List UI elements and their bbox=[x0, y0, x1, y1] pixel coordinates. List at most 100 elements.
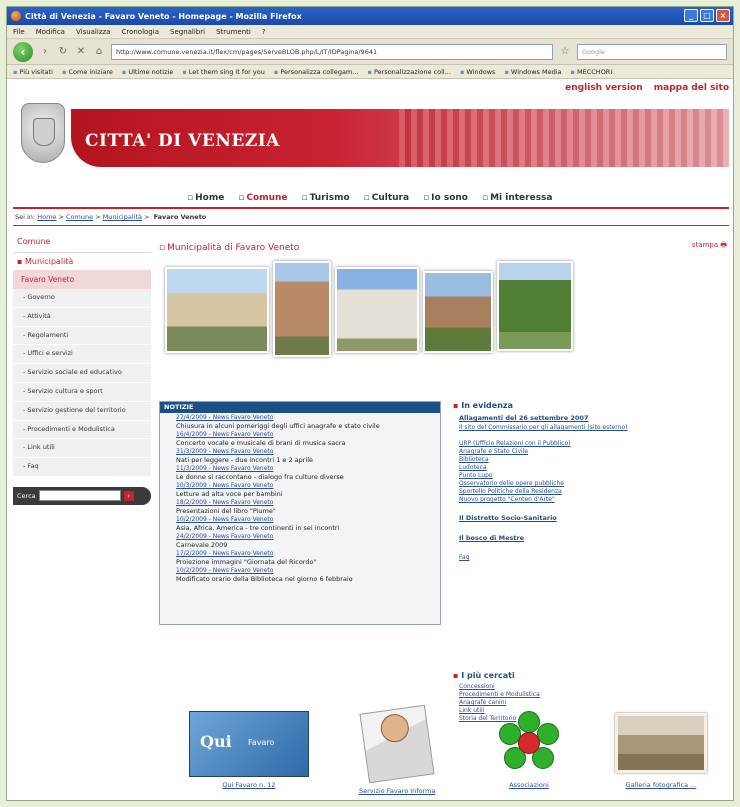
evidenza-link[interactable]: Osservatorio delle opere pubbliche bbox=[459, 480, 733, 488]
footer-associazioni[interactable]: Associazioni bbox=[499, 711, 559, 789]
maximize-button[interactable]: □ bbox=[700, 9, 714, 22]
footer-galleria[interactable]: Galleria fotografica ... bbox=[615, 713, 707, 789]
news-date-link[interactable]: 27/4/2009 - News Favaro Veneto bbox=[176, 414, 440, 422]
sidebar-item-favaro-veneto[interactable]: Favaro Veneto bbox=[13, 270, 151, 289]
cercati-link[interactable]: Concessioni bbox=[459, 683, 653, 691]
evidenza-link[interactable]: Anagrafe e Stato Civile bbox=[459, 448, 733, 456]
nav-cultura[interactable]: Cultura bbox=[364, 193, 409, 203]
bookmark-item[interactable]: MECCHORI bbox=[571, 68, 612, 76]
sidebar-item-link-utili[interactable]: Link utili bbox=[13, 439, 151, 459]
news-item: 10/3/2009 - News Favaro Veneto Letture ad… bbox=[160, 482, 440, 498]
bookmark-item[interactable]: Personalizzazione coll... bbox=[367, 68, 451, 76]
nav-comune[interactable]: Comune bbox=[238, 193, 287, 203]
breadcrumb-home[interactable]: Home bbox=[37, 213, 56, 221]
evidenza-link[interactable]: Ludoteca bbox=[459, 464, 733, 472]
evidenza-link[interactable]: URP (Ufficio Relazioni con il Pubblico) bbox=[459, 440, 733, 448]
news-text: Asia, Africa, America - tre continenti i… bbox=[176, 524, 340, 532]
bosco-link[interactable]: Il bosco di Mestre bbox=[459, 534, 733, 542]
bookmark-item[interactable]: Come iniziare bbox=[62, 68, 112, 76]
site-search-input[interactable] bbox=[38, 490, 121, 502]
menu-help[interactable]: ? bbox=[262, 28, 266, 36]
print-link[interactable]: stampa 🖶 bbox=[692, 241, 727, 252]
menu-segnalibri[interactable]: Segnalibri bbox=[170, 28, 205, 36]
menu-cronologia[interactable]: Cronologia bbox=[121, 28, 159, 36]
city-crest-icon[interactable] bbox=[21, 103, 65, 163]
page-title: Municipalità di Favaro Veneto bbox=[159, 243, 299, 253]
faq-link[interactable]: Faq bbox=[459, 554, 733, 562]
news-date-link[interactable]: 18/2/2009 - News Favaro Veneto bbox=[176, 499, 440, 507]
nav-home[interactable]: Home bbox=[187, 193, 224, 203]
news-date-link[interactable]: 10/3/2009 - News Favaro Veneto bbox=[176, 482, 440, 490]
news-date-link[interactable]: 10/2/2009 - News Favaro Veneto bbox=[176, 567, 440, 575]
news-date-link[interactable]: 11/3/2009 - News Favaro Veneto bbox=[176, 465, 440, 473]
nav-mi-interessa[interactable]: Mi interessa bbox=[482, 193, 552, 203]
english-version-link[interactable]: english version bbox=[565, 83, 642, 93]
distretto-link[interactable]: Il Distretto Socio-Sanitario bbox=[459, 514, 733, 522]
breadcrumb-current: Favaro Veneto bbox=[153, 213, 207, 221]
sidebar-item-servizio-cultura[interactable]: Servizio cultura e sport bbox=[13, 383, 151, 402]
qui-logo-text: Qui bbox=[200, 732, 232, 751]
minimize-button[interactable]: _ bbox=[684, 9, 698, 22]
bookmark-item[interactable]: Personalizza collegam... bbox=[274, 68, 358, 76]
newspaper-icon bbox=[359, 704, 435, 784]
star-icon[interactable]: ☆ bbox=[559, 46, 571, 58]
search-input[interactable]: Google bbox=[577, 43, 727, 60]
news-text: Letture ad alta voce per bambini bbox=[176, 490, 283, 498]
reload-icon[interactable]: ↻ bbox=[57, 46, 69, 58]
search-go-button[interactable]: › bbox=[123, 490, 134, 501]
sidebar-item-procedimenti[interactable]: Procedimenti e Modulistica bbox=[13, 421, 151, 440]
footer-caption[interactable]: Servizio Favaro Informa bbox=[359, 787, 435, 795]
sidebar-item-regolamenti[interactable]: Regolamenti bbox=[13, 327, 151, 346]
photo-bell-tower bbox=[423, 271, 493, 353]
breadcrumb-municipalita[interactable]: Municipalità bbox=[103, 213, 142, 221]
sidebar-item-municipalita[interactable]: Municipalità bbox=[13, 253, 151, 270]
menu-visualizza[interactable]: Visualizza bbox=[76, 28, 110, 36]
news-text: Modificato orario della Biblioteca nel g… bbox=[176, 575, 353, 583]
footer-qui-favaro[interactable]: Qui Favaro Qui Favaro n. 12 bbox=[189, 711, 309, 789]
sidebar-item-servizio-sociale[interactable]: Servizio sociale ed educativo bbox=[13, 364, 151, 383]
commissario-link[interactable]: Il sito del Commissario per gli allagame… bbox=[459, 424, 733, 432]
news-date-link[interactable]: 17/2/2009 - News Favaro Veneto bbox=[176, 550, 440, 558]
stop-icon[interactable]: ✕ bbox=[75, 46, 87, 58]
sitemap-link[interactable]: mappa del sito bbox=[654, 83, 729, 93]
back-button[interactable]: ‹ bbox=[13, 41, 33, 62]
footer-caption[interactable]: Galleria fotografica ... bbox=[615, 781, 707, 789]
address-bar[interactable]: http://www.comune.venezia.it/flex/cm/pag… bbox=[111, 43, 553, 60]
evidenza-link[interactable]: Punto Lupo bbox=[459, 472, 733, 480]
home-icon[interactable]: ⌂ bbox=[93, 46, 105, 58]
news-date-link[interactable]: 24/2/2009 - News Favaro Veneto bbox=[176, 533, 440, 541]
sidebar-item-uffici[interactable]: Uffici e servizi bbox=[13, 345, 151, 365]
evidenza-link[interactable]: Nuovo progetto "Centen d'Arte" bbox=[459, 496, 733, 504]
footer-caption[interactable]: Qui Favaro n. 12 bbox=[189, 781, 309, 789]
breadcrumb-comune[interactable]: Comune bbox=[66, 213, 93, 221]
menu-modifica[interactable]: Modifica bbox=[36, 28, 65, 36]
bookmark-item[interactable]: Windows bbox=[460, 68, 495, 76]
close-button[interactable]: × bbox=[716, 9, 730, 22]
evidenza-link[interactable]: Sportello Politiche della Residenza bbox=[459, 488, 733, 496]
news-date-link[interactable]: 16/4/2009 - News Favaro Veneto bbox=[176, 431, 440, 439]
sidebar-item-servizio-territorio[interactable]: Servizio gestione del territorio bbox=[13, 402, 151, 421]
cercati-link[interactable]: Procedimenti e Modulistica bbox=[459, 691, 653, 699]
evidenza-link[interactable]: Biblioteca bbox=[459, 456, 733, 464]
news-date-link[interactable]: 31/3/2009 - News Favaro Veneto bbox=[176, 448, 440, 456]
footer-favaro-informa[interactable]: Servizio Favaro Informa bbox=[359, 704, 435, 795]
bookmark-item[interactable]: Let them sing it for you bbox=[182, 68, 265, 76]
sidebar-item-governo[interactable]: Governo bbox=[13, 289, 151, 308]
nav-turismo[interactable]: Turismo bbox=[302, 193, 350, 203]
cercati-link[interactable]: Anagrafe canini bbox=[459, 699, 653, 707]
allagamenti-link[interactable]: Allagamenti del 26 settembre 2007 bbox=[459, 414, 733, 422]
sidebar-title[interactable]: Comune bbox=[13, 231, 151, 253]
nav-io-sono[interactable]: Io sono bbox=[423, 193, 468, 203]
forward-icon[interactable]: › bbox=[39, 46, 51, 58]
bookmark-item[interactable]: Più visitati bbox=[13, 68, 53, 76]
sidebar-item-attivita[interactable]: Attività bbox=[13, 308, 151, 327]
site-title[interactable]: CITTA' DI VENEZIA bbox=[85, 131, 280, 151]
footer-caption[interactable]: Associazioni bbox=[499, 781, 559, 789]
sidebar-item-faq[interactable]: Faq bbox=[13, 458, 151, 477]
news-date-link[interactable]: 10/2/2009 - News Favaro Veneto bbox=[176, 516, 440, 524]
menu-strumenti[interactable]: Strumenti bbox=[216, 28, 251, 36]
bookmark-item[interactable]: Ultime notizie bbox=[122, 68, 173, 76]
sidebar-list: Governo Attività Regolamenti Uffici e se… bbox=[13, 289, 151, 477]
menu-file[interactable]: File bbox=[13, 28, 25, 36]
bookmark-item[interactable]: Windows Media bbox=[504, 68, 562, 76]
